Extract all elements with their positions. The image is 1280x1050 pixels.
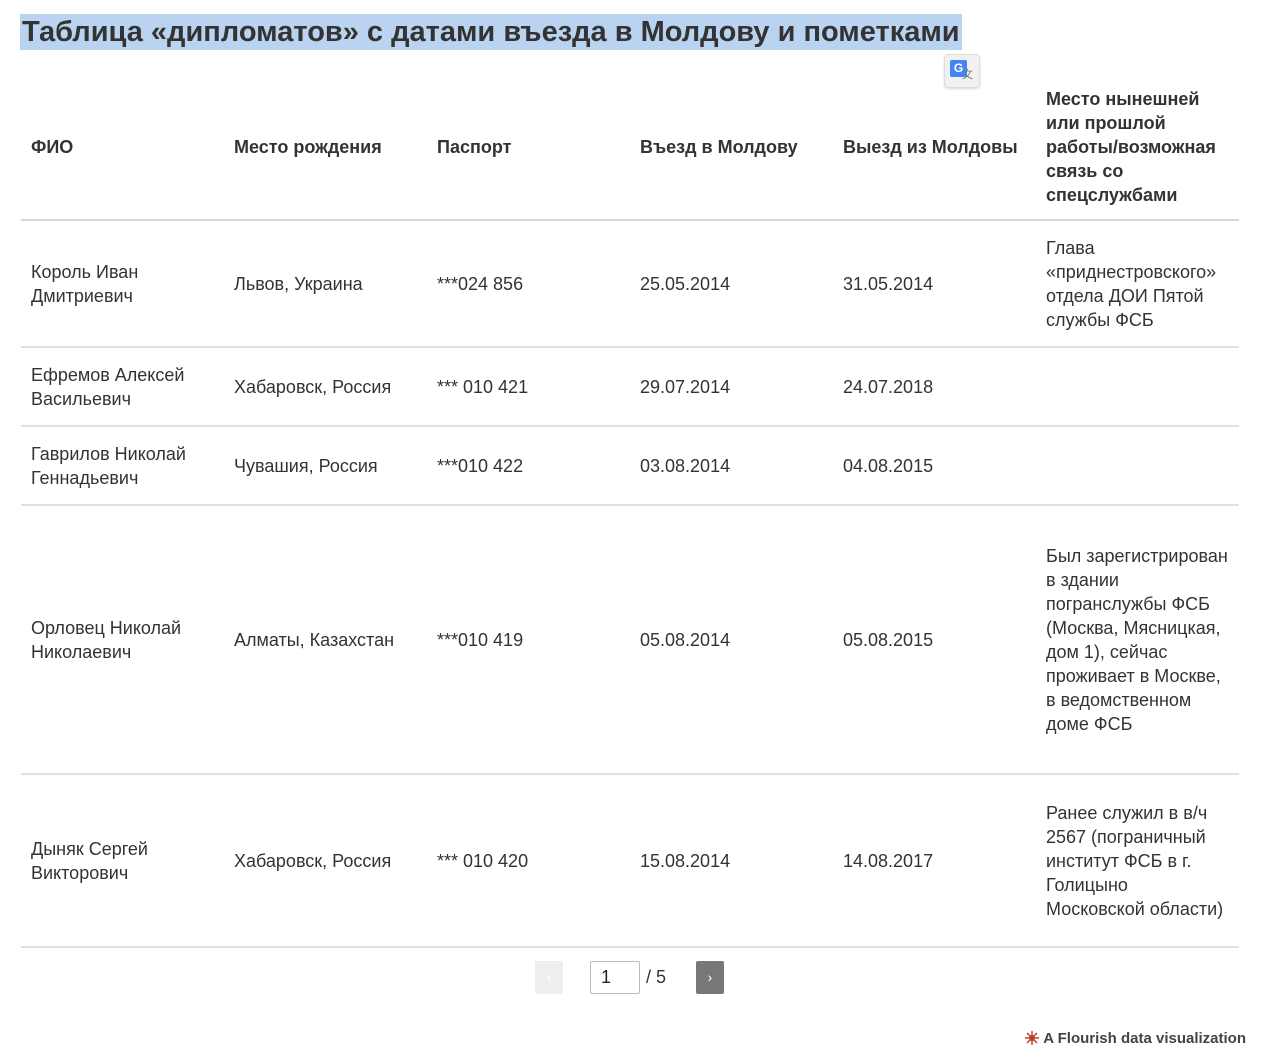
pagination: ‹ / 5 › bbox=[0, 961, 1280, 995]
cell-workplace: Ранее служил в в/ч 2567 (пограничный инс… bbox=[1036, 774, 1239, 948]
prev-page-button[interactable]: ‹ bbox=[535, 961, 563, 994]
cell-fio: Ефремов Алексей Васильевич bbox=[21, 347, 224, 427]
column-header-passport[interactable]: Паспорт bbox=[427, 74, 630, 221]
title-wrap: Таблица «дипломатов» с датами въезда в М… bbox=[20, 14, 962, 50]
cell-birthplace: Хабаровск, Россия bbox=[224, 347, 427, 427]
cell-passport: *** 010 421 bbox=[427, 347, 630, 427]
cell-fio: Гаврилов Николай Геннадьевич bbox=[21, 426, 224, 506]
page-number-input[interactable] bbox=[590, 961, 640, 994]
table-row: Гаврилов Николай Геннадьевич Чувашия, Ро… bbox=[21, 426, 1239, 506]
cell-exit: 05.08.2015 bbox=[833, 505, 1036, 775]
cell-exit: 14.08.2017 bbox=[833, 774, 1036, 948]
flourish-logo-icon bbox=[1025, 1031, 1040, 1045]
chevron-left-icon: ‹ bbox=[546, 969, 552, 985]
table-row: Орловец Николай Николаевич Алматы, Казах… bbox=[21, 505, 1239, 775]
cell-entry: 29.07.2014 bbox=[630, 347, 833, 427]
data-table: ФИО Место рождения Паспорт Въезд в Молдо… bbox=[21, 74, 1239, 948]
cell-birthplace: Алматы, Казахстан bbox=[224, 505, 427, 775]
cell-passport: ***010 419 bbox=[427, 505, 630, 775]
cell-fio: Дыняк Сергей Викторович bbox=[21, 774, 224, 948]
cell-birthplace: Хабаровск, Россия bbox=[224, 774, 427, 948]
column-header-birthplace[interactable]: Место рождения bbox=[224, 74, 427, 221]
cell-entry: 03.08.2014 bbox=[630, 426, 833, 506]
cell-birthplace: Львов, Украина bbox=[224, 220, 427, 348]
next-page-button[interactable]: › bbox=[696, 961, 724, 994]
cell-passport: ***010 422 bbox=[427, 426, 630, 506]
page-title[interactable]: Таблица «дипломатов» с датами въезда в М… bbox=[20, 14, 962, 50]
table-row: Король Иван Дмитриевич Львов, Украина **… bbox=[21, 220, 1239, 348]
cell-exit: 24.07.2018 bbox=[833, 347, 1036, 427]
cell-passport: *** 010 420 bbox=[427, 774, 630, 948]
cell-workplace: Был зарегистрирован в здании погранслужб… bbox=[1036, 505, 1239, 775]
page-total: / 5 bbox=[646, 967, 667, 987]
credit-text: A Flourish data visualization bbox=[1043, 1030, 1246, 1047]
column-header-fio[interactable]: ФИО bbox=[21, 74, 224, 221]
cell-entry: 25.05.2014 bbox=[630, 220, 833, 348]
column-header-exit[interactable]: Выезд из Молдовы bbox=[833, 74, 1036, 221]
cell-workplace: Глава «приднестровского» отдела ДОИ Пято… bbox=[1036, 220, 1239, 348]
table-header-row: ФИО Место рождения Паспорт Въезд в Молдо… bbox=[21, 74, 1239, 221]
column-header-workplace[interactable]: Место нынешней или прошлой работы/возмож… bbox=[1036, 74, 1239, 221]
table-row: Ефремов Алексей Васильевич Хабаровск, Ро… bbox=[21, 347, 1239, 427]
cell-workplace bbox=[1036, 347, 1239, 427]
cell-passport: ***024 856 bbox=[427, 220, 630, 348]
cell-fio: Король Иван Дмитриевич bbox=[21, 220, 224, 348]
cell-exit: 31.05.2014 bbox=[833, 220, 1036, 348]
cell-entry: 05.08.2014 bbox=[630, 505, 833, 775]
flourish-credit-link[interactable]: A Flourish data visualization bbox=[1025, 1030, 1246, 1047]
table-row: Дыняк Сергей Викторович Хабаровск, Росси… bbox=[21, 774, 1239, 948]
column-header-entry[interactable]: Въезд в Молдову bbox=[630, 74, 833, 221]
cell-entry: 15.08.2014 bbox=[630, 774, 833, 948]
cell-fio: Орловец Николай Николаевич bbox=[21, 505, 224, 775]
cell-birthplace: Чувашия, Россия bbox=[224, 426, 427, 506]
cell-exit: 04.08.2015 bbox=[833, 426, 1036, 506]
cell-workplace bbox=[1036, 426, 1239, 506]
chevron-right-icon: › bbox=[707, 969, 713, 985]
